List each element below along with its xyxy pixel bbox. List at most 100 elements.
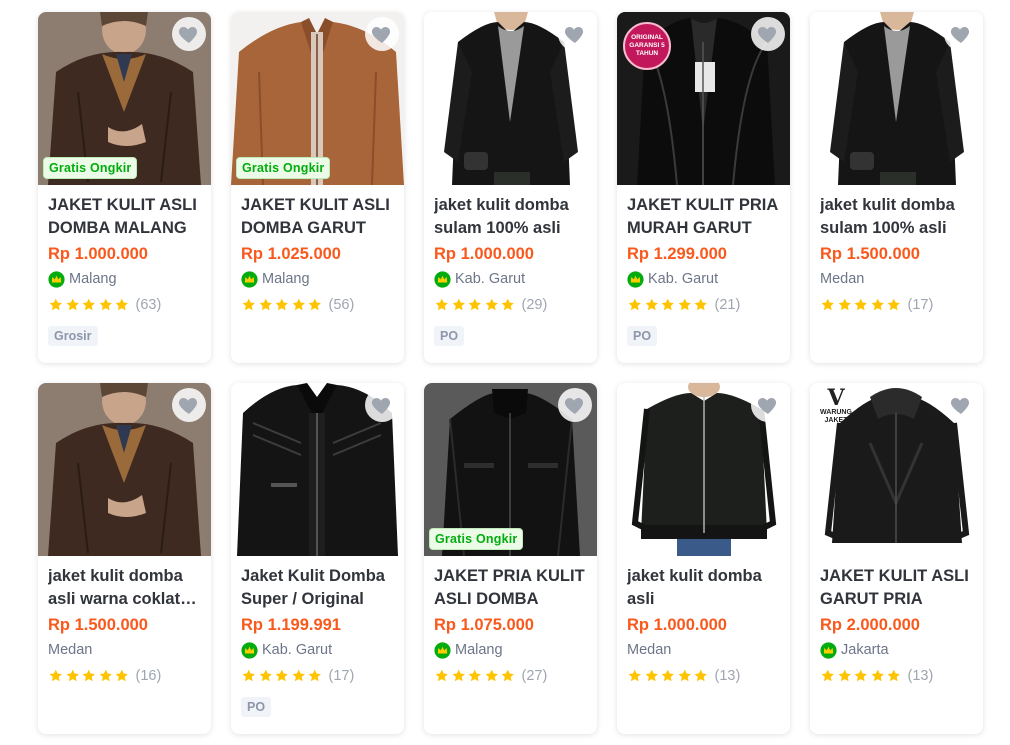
product-title[interactable]: jaket kulit domba asli <box>627 565 780 611</box>
product-rating: (21) <box>627 296 780 314</box>
wishlist-button[interactable] <box>172 388 206 422</box>
location-label: Kab. Garut <box>455 271 526 287</box>
star-icon <box>242 298 255 311</box>
heart-icon <box>757 27 777 43</box>
location-label: Medan <box>48 642 93 658</box>
product-image[interactable] <box>617 383 790 556</box>
product-label-tag: PO <box>627 326 658 346</box>
product-price: Rp 2.000.000 <box>820 616 920 634</box>
product-image[interactable] <box>810 12 983 185</box>
product-card-5[interactable]: jaket kulit domba sulam 100% asli Rp 1.5… <box>810 12 983 363</box>
wishlist-button[interactable] <box>944 388 978 422</box>
location-label: Kab. Garut <box>262 642 333 658</box>
shop-location: Jakarta <box>820 640 973 660</box>
product-title[interactable]: jaket kulit domba sulam 100% asli <box>820 194 973 240</box>
product-image[interactable] <box>424 12 597 185</box>
star-icon <box>501 669 514 682</box>
star-icon <box>435 298 448 311</box>
star-icon <box>66 669 79 682</box>
star-icon <box>821 669 834 682</box>
star-icon <box>292 669 305 682</box>
star-icon <box>99 298 112 311</box>
wishlist-button[interactable] <box>751 388 785 422</box>
product-title[interactable]: JAKET KULIT ASLI GARUT PRIA <box>820 565 973 611</box>
product-price: Rp 1.000.000 <box>434 245 534 263</box>
product-image[interactable]: ORIGINAL GARANSI 5 TAHUN <box>617 12 790 185</box>
power-merchant-crown-icon <box>434 641 451 659</box>
product-card-10[interactable]: V WARUNG JAKET JAKET KULIT ASLI GARUT PRI… <box>810 383 983 734</box>
product-title[interactable]: Jaket Kulit Domba Super / Original <box>241 565 394 611</box>
rating-count: (63) <box>135 297 162 313</box>
heart-icon <box>564 27 584 43</box>
product-title[interactable]: JAKET KULIT PRIA MURAH GARUT <box>627 194 780 240</box>
heart-icon <box>757 398 777 414</box>
wishlist-button[interactable] <box>365 17 399 51</box>
product-price: Rp 1.000.000 <box>48 245 148 263</box>
product-price: Rp 1.000.000 <box>627 616 727 634</box>
product-grid: Gratis Ongkir JAKET KULIT ASLI DOMBA MAL… <box>38 12 988 734</box>
shop-location: Malang <box>434 640 587 660</box>
wishlist-button[interactable] <box>751 17 785 51</box>
product-card-8[interactable]: Gratis Ongkir JAKET PRIA KULIT ASLI DOMB… <box>424 383 597 734</box>
product-title[interactable]: JAKET PRIA KULIT ASLI DOMBA <box>434 565 587 611</box>
product-rating: (17) <box>241 667 394 685</box>
star-icon <box>838 298 851 311</box>
star-icon <box>468 298 481 311</box>
rating-count: (56) <box>328 297 355 313</box>
product-title[interactable]: JAKET KULIT ASLI DOMBA GARUT <box>241 194 394 240</box>
star-icon <box>871 298 884 311</box>
product-image[interactable] <box>38 383 211 556</box>
shop-location: Malang <box>241 269 394 289</box>
star-icon <box>82 298 95 311</box>
product-image[interactable] <box>231 383 404 556</box>
star-icon <box>854 669 867 682</box>
star-icon <box>308 298 321 311</box>
wishlist-button[interactable] <box>558 388 592 422</box>
location-label: Medan <box>627 642 672 658</box>
product-image[interactable]: Gratis Ongkir <box>38 12 211 185</box>
wishlist-button[interactable] <box>944 17 978 51</box>
location-label: Jakarta <box>841 642 889 658</box>
power-merchant-crown-icon <box>241 270 258 288</box>
star-icon <box>308 669 321 682</box>
star-icon <box>259 298 272 311</box>
product-label-tag: Grosir <box>48 326 98 346</box>
product-rating: (16) <box>48 667 201 685</box>
star-icon <box>501 298 514 311</box>
star-icon <box>99 669 112 682</box>
product-rating: (13) <box>820 667 973 685</box>
product-card-3[interactable]: jaket kulit domba sulam 100% asli Rp 1.0… <box>424 12 597 363</box>
star-icon <box>452 669 465 682</box>
product-card-2[interactable]: Gratis Ongkir JAKET KULIT ASLI DOMBA GAR… <box>231 12 404 363</box>
product-image[interactable]: Gratis Ongkir <box>231 12 404 185</box>
product-rating: (17) <box>820 296 973 314</box>
product-rating: (29) <box>434 296 587 314</box>
product-card-4[interactable]: ORIGINAL GARANSI 5 TAHUN JAKET KULIT PRI… <box>617 12 790 363</box>
product-rating: (13) <box>627 667 780 685</box>
star-icon <box>821 298 834 311</box>
shop-location: Kab. Garut <box>434 269 587 289</box>
heart-icon <box>564 398 584 414</box>
power-merchant-crown-icon <box>820 641 837 659</box>
product-title[interactable]: JAKET KULIT ASLI DOMBA MALANG <box>48 194 201 240</box>
star-icon <box>242 669 255 682</box>
product-card-9[interactable]: jaket kulit domba asli Rp 1.000.000 Meda… <box>617 383 790 734</box>
product-title[interactable]: jaket kulit domba asli warna coklat tua <box>48 565 201 611</box>
product-card-1[interactable]: Gratis Ongkir JAKET KULIT ASLI DOMBA MAL… <box>38 12 211 363</box>
wishlist-button[interactable] <box>172 17 206 51</box>
star-icon <box>887 298 900 311</box>
product-title[interactable]: jaket kulit domba sulam 100% asli <box>434 194 587 240</box>
star-icon <box>66 298 79 311</box>
rating-count: (29) <box>521 297 548 313</box>
brand-logo-mark: V <box>827 385 845 411</box>
star-icon <box>452 298 465 311</box>
wishlist-button[interactable] <box>558 17 592 51</box>
heart-icon <box>371 398 391 414</box>
product-card-6[interactable]: jaket kulit domba asli warna coklat tua … <box>38 383 211 734</box>
product-card-7[interactable]: Jaket Kulit Domba Super / Original Rp 1.… <box>231 383 404 734</box>
location-label: Malang <box>262 271 310 287</box>
wishlist-button[interactable] <box>365 388 399 422</box>
product-image[interactable]: Gratis Ongkir <box>424 383 597 556</box>
product-image[interactable]: V WARUNG JAKET <box>810 383 983 556</box>
star-icon <box>645 669 658 682</box>
